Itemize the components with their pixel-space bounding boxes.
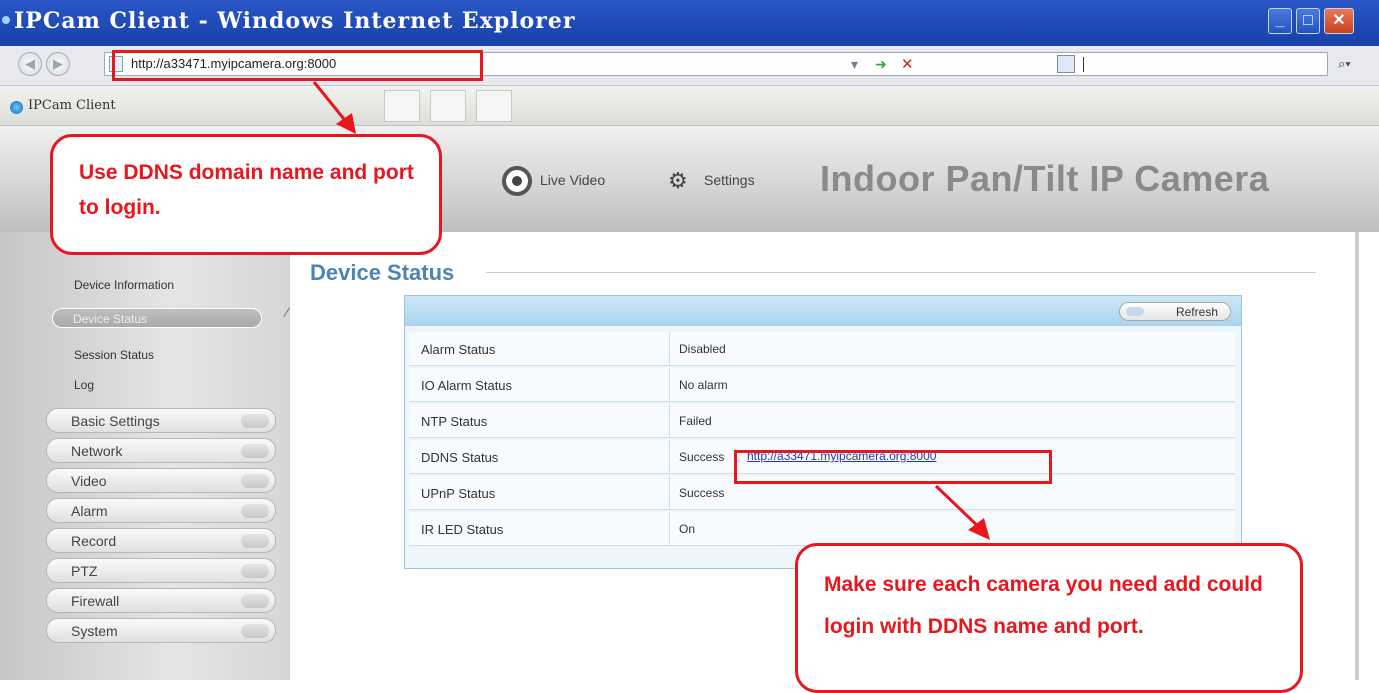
table-row: IO Alarm Status No alarm xyxy=(409,368,1235,402)
refresh-button[interactable]: Refresh xyxy=(1119,302,1231,321)
print-button[interactable] xyxy=(476,90,512,122)
tab-live-video[interactable]: Live Video xyxy=(500,158,605,202)
callout-ddns: Make sure each camera you need add could… xyxy=(795,543,1303,693)
row-value: Success xyxy=(679,450,725,464)
tab-settings[interactable]: ⚙ Settings xyxy=(666,158,755,202)
ie-tab-icon xyxy=(10,101,23,114)
row-label: UPnP Status xyxy=(421,486,496,501)
camera-title: Indoor Pan/Tilt IP Camera xyxy=(820,158,1270,199)
sidebar-item-device-information[interactable]: Device Information xyxy=(74,278,174,292)
content-frame-border xyxy=(1355,232,1359,680)
url-highlight-box xyxy=(112,50,483,81)
table-header: Refresh xyxy=(405,296,1241,326)
search-cursor xyxy=(1083,57,1084,72)
table-row: Alarm Status Disabled xyxy=(409,332,1235,366)
ie-icon xyxy=(2,16,10,24)
row-value: No alarm xyxy=(679,378,728,392)
maximize-button[interactable]: □ xyxy=(1296,8,1320,34)
search-provider-icon[interactable] xyxy=(1057,55,1075,73)
settings-icon: ⚙ xyxy=(668,168,688,193)
menu-ptz[interactable]: PTZ xyxy=(46,558,276,583)
go-icon[interactable]: ➜ xyxy=(875,56,887,73)
row-value: On xyxy=(679,522,696,536)
menu-basic-settings[interactable]: Basic Settings xyxy=(46,408,276,433)
window-title: IPCam Client - Windows Internet Explorer xyxy=(14,8,576,34)
menu-firewall[interactable]: Firewall xyxy=(46,588,276,613)
minimize-button[interactable]: _ xyxy=(1268,8,1292,34)
camera-lens-icon xyxy=(502,166,532,196)
row-label: Alarm Status xyxy=(421,342,496,357)
home-button[interactable] xyxy=(384,90,420,122)
row-value: Failed xyxy=(679,414,712,428)
dropdown-icon[interactable]: ▾ xyxy=(851,56,858,73)
close-button[interactable]: ✕ xyxy=(1324,8,1354,34)
stop-icon[interactable]: ✕ xyxy=(901,55,914,73)
tab-ipcam-client[interactable]: IPCam Client xyxy=(0,92,180,122)
status-table: Refresh Alarm Status Disabled IO Alarm S… xyxy=(404,295,1242,569)
chevron-icon: ⁄ xyxy=(286,304,289,320)
title-divider xyxy=(486,272,1316,273)
sidebar-item-session-status[interactable]: Session Status xyxy=(74,348,154,362)
window-titlebar: IPCam Client - Windows Internet Explorer… xyxy=(0,0,1379,46)
forward-button[interactable]: ▶ xyxy=(46,52,70,76)
menu-system[interactable]: System xyxy=(46,618,276,643)
tab-label: IPCam Client xyxy=(28,98,116,113)
sidebar-item-log[interactable]: Log xyxy=(74,378,94,392)
row-label: IR LED Status xyxy=(421,522,504,537)
menu-video[interactable]: Video xyxy=(46,468,276,493)
row-label: DDNS Status xyxy=(421,450,499,465)
ddns-highlight-box xyxy=(734,450,1052,484)
callout-login: Use DDNS domain name and port to login. xyxy=(50,134,442,255)
settings-sidebar: Device Information Device Status Session… xyxy=(0,232,290,680)
row-label: IO Alarm Status xyxy=(421,378,513,393)
feeds-button[interactable] xyxy=(430,90,466,122)
table-row: IR LED Status On xyxy=(409,512,1235,546)
table-row: NTP Status Failed xyxy=(409,404,1235,438)
search-icon[interactable]: ⌕▾ xyxy=(1338,56,1351,72)
row-value: Success xyxy=(679,486,725,500)
row-value: Disabled xyxy=(679,342,726,356)
row-label: NTP Status xyxy=(421,414,488,429)
page-title: Device Status xyxy=(310,260,455,285)
menu-alarm[interactable]: Alarm xyxy=(46,498,276,523)
menu-record[interactable]: Record xyxy=(46,528,276,553)
sidebar-item-device-status[interactable]: Device Status xyxy=(52,308,262,328)
back-button[interactable]: ◀ xyxy=(18,52,42,76)
browser-tabbar: IPCam Client xyxy=(0,86,1379,126)
menu-network[interactable]: Network xyxy=(46,438,276,463)
